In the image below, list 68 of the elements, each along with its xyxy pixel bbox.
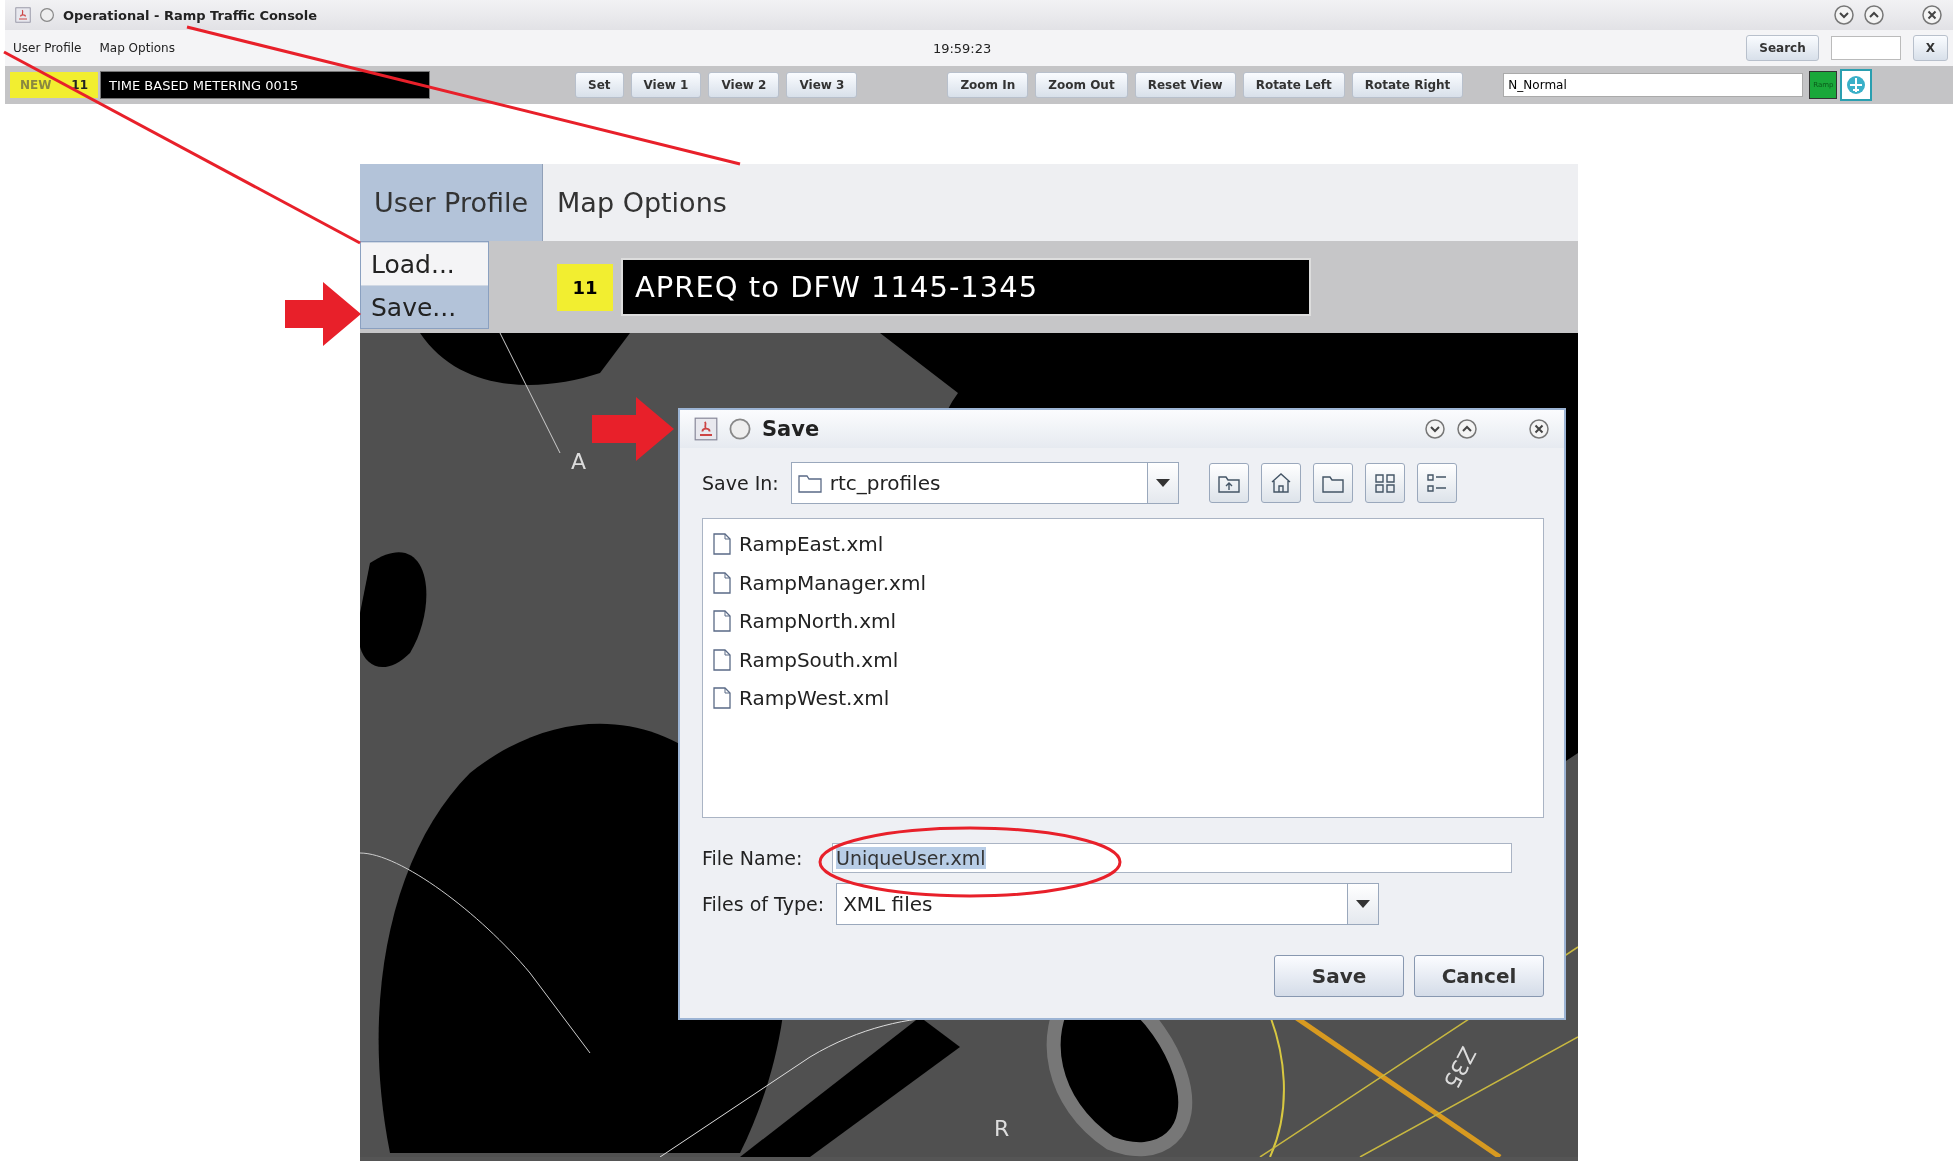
new-folder-button[interactable]	[1312, 463, 1353, 503]
window-title: Operational - Ramp Traffic Console	[63, 7, 318, 23]
minimize-icon[interactable]	[1424, 418, 1446, 440]
map-button[interactable]: Zoom In	[947, 72, 1029, 98]
dialog-title: Save	[762, 417, 820, 441]
list-view-button[interactable]	[1364, 463, 1405, 503]
menu[interactable]: Map Options	[96, 39, 178, 57]
save-in-label: Save In:	[702, 472, 779, 494]
dropdown-arrow-icon	[1154, 478, 1171, 488]
map-button[interactable]: Rotate Left	[1242, 72, 1345, 98]
file-item[interactable]: RampSouth.xml	[739, 647, 899, 672]
home-button[interactable]	[1260, 463, 1301, 503]
file-type-label: Files of Type:	[702, 893, 825, 915]
file-icon	[713, 571, 731, 594]
mode-field[interactable]: N_Normal	[1503, 73, 1804, 97]
file-name-field[interactable]: UniqueUser.xml	[832, 843, 1512, 873]
file-icon	[713, 648, 731, 671]
count-badge: 11	[557, 263, 613, 311]
message-display: APREQ to DFW 1145-1345	[621, 258, 1311, 317]
map-label: A	[571, 449, 587, 474]
file-item[interactable]: RampNorth.xml	[739, 609, 897, 634]
view-button[interactable]: View 3	[786, 72, 858, 98]
dialog-button[interactable]: Save	[1274, 955, 1404, 997]
folder-icon	[797, 473, 822, 493]
menu[interactable]: User Profile	[360, 164, 544, 242]
window-menu-icon[interactable]	[39, 7, 55, 23]
view-button[interactable]: Set	[575, 72, 624, 98]
menu[interactable]: Map Options	[543, 164, 741, 242]
file-type-dropdown[interactable]: XML files	[836, 883, 1380, 925]
map-label: Z35	[1438, 1042, 1481, 1093]
view-button[interactable]: View 1	[630, 72, 702, 98]
search-field[interactable]	[1830, 36, 1901, 60]
maximize-icon[interactable]	[1456, 418, 1478, 440]
status-label: NEW	[19, 78, 52, 92]
search-button[interactable]: Search	[1746, 35, 1819, 61]
menu-item[interactable]: Save...	[361, 285, 488, 329]
file-item[interactable]: RampManager.xml	[739, 570, 926, 595]
minimize-icon[interactable]	[1833, 4, 1855, 26]
app-icon	[694, 417, 718, 441]
details-view-icon	[1424, 472, 1449, 494]
file-icon	[713, 687, 731, 710]
details-view-button[interactable]	[1416, 463, 1457, 503]
window-menu-icon[interactable]	[728, 417, 752, 441]
save-in-dropdown[interactable]: rtc_profiles	[790, 462, 1179, 504]
maximize-icon[interactable]	[1863, 4, 1885, 26]
close-icon[interactable]	[1921, 4, 1943, 26]
file-name-label: File Name:	[702, 847, 804, 869]
map-button[interactable]: Reset View	[1134, 72, 1236, 98]
file-item[interactable]: RampWest.xml	[739, 686, 890, 711]
map-button[interactable]: Zoom Out	[1035, 72, 1128, 98]
menu[interactable]: User Profile	[10, 39, 85, 57]
count-label: 11	[71, 78, 89, 92]
file-icon	[713, 533, 731, 556]
clock: 19:59:23	[932, 40, 992, 56]
map-label: R	[994, 1116, 1010, 1141]
map-button[interactable]: Rotate Right	[1351, 72, 1464, 98]
up-folder-button[interactable]	[1208, 463, 1249, 503]
folder-name: rtc_profiles	[829, 471, 941, 495]
dialog-button[interactable]: Cancel	[1414, 955, 1544, 997]
clear-button[interactable]: X	[1912, 35, 1948, 61]
app-icon	[15, 7, 31, 23]
file-icon	[713, 610, 731, 633]
list-view-icon	[1372, 472, 1397, 494]
dropdown-arrow-icon	[1355, 899, 1372, 909]
view-button[interactable]: View 2	[708, 72, 780, 98]
message-display: TIME BASED METERING 0015	[100, 71, 430, 99]
close-icon[interactable]	[1528, 418, 1550, 440]
file-item[interactable]: RampEast.xml	[739, 532, 884, 557]
